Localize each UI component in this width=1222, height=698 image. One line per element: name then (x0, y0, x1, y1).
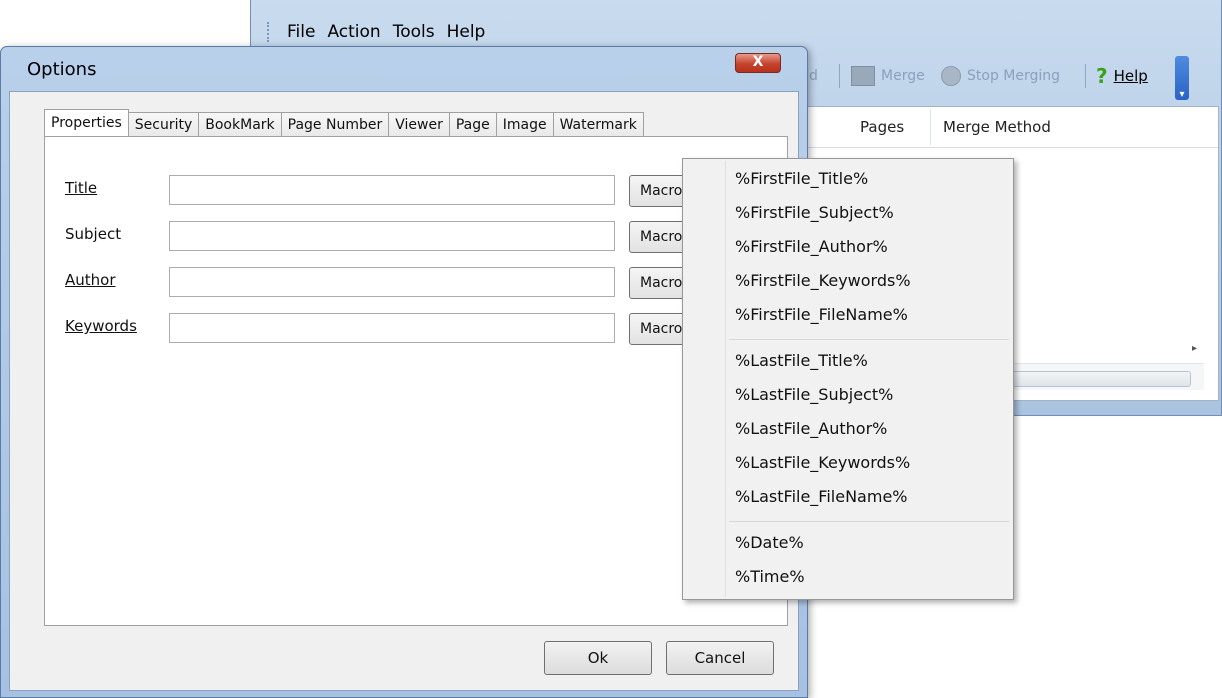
menu-grip[interactable] (267, 22, 273, 42)
menu-gutter (725, 161, 726, 597)
scrollbar-thumb[interactable] (1009, 371, 1191, 387)
keywords-label: Keywords (65, 317, 137, 335)
column-header-merge-method[interactable]: Merge Method (943, 118, 1051, 136)
author-label: Author (65, 271, 116, 289)
keywords-input[interactable] (169, 313, 615, 343)
menu-item-firstfile-filename[interactable]: %FirstFile_FileName% (735, 305, 908, 324)
menu-item-date[interactable]: %Date% (735, 533, 804, 552)
menu-separator (729, 521, 1009, 522)
help-button[interactable]: ? Help (1096, 64, 1148, 88)
menu-item-firstfile-subject[interactable]: %FirstFile_Subject% (735, 203, 894, 222)
menu-item-firstfile-title[interactable]: %FirstFile_Title% (735, 169, 868, 188)
menu-item-lastfile-author[interactable]: %LastFile_Author% (735, 419, 887, 438)
help-icon: ? (1096, 64, 1108, 88)
menu-item-time[interactable]: %Time% (735, 567, 805, 586)
menu-item-lastfile-filename[interactable]: %LastFile_FileName% (735, 487, 907, 506)
menu-item-lastfile-title[interactable]: %LastFile_Title% (735, 351, 868, 370)
scroll-right-arrow-icon[interactable]: ▸ (1192, 343, 1197, 354)
column-header-pages[interactable]: Pages (860, 118, 904, 136)
macro-popup-menu: %FirstFile_Title% %FirstFile_Subject% %F… (682, 158, 1014, 600)
ok-button[interactable]: Ok (544, 641, 652, 675)
menu-item-lastfile-subject[interactable]: %LastFile_Subject% (735, 385, 893, 404)
menu-action[interactable]: Action (327, 22, 380, 42)
properties-tab-page: Title Macro Subject Macro Author Macro K… (44, 136, 788, 626)
tab-page[interactable]: Page (449, 112, 497, 136)
column-divider (930, 109, 931, 145)
title-label: Title (65, 179, 98, 197)
menu-item-lastfile-keywords[interactable]: %LastFile_Keywords% (735, 453, 910, 472)
help-label: Help (1113, 67, 1148, 85)
subject-input[interactable] (169, 221, 615, 251)
toolbar-partial-button[interactable]: d (809, 68, 818, 84)
tab-strip: Properties Security BookMark Page Number… (44, 108, 644, 137)
stop-merging-label: Stop Merging (967, 68, 1061, 84)
author-input[interactable] (169, 267, 615, 297)
cancel-button[interactable]: Cancel (666, 641, 774, 675)
merge-icon (851, 66, 875, 86)
merge-label: Merge (881, 68, 925, 84)
dialog-body: Properties Security BookMark Page Number… (9, 91, 799, 691)
tab-page-number[interactable]: Page Number (281, 112, 390, 136)
toolbar-partial-label: d (809, 68, 818, 84)
tab-bookmark[interactable]: BookMark (199, 112, 282, 136)
tab-properties[interactable]: Properties (44, 109, 129, 137)
stop-icon (941, 66, 961, 86)
menu-item-firstfile-author[interactable]: %FirstFile_Author% (735, 237, 888, 256)
title-input[interactable] (169, 175, 615, 205)
menu-tools[interactable]: Tools (393, 22, 435, 42)
toolbar-overflow-chevron-icon[interactable]: ▾ (1175, 56, 1189, 100)
close-button[interactable]: X (735, 53, 781, 73)
menu-file[interactable]: File (287, 22, 315, 42)
stop-merging-button[interactable]: Stop Merging (941, 66, 1060, 86)
menu-bar: File Action Tools Help (267, 18, 485, 46)
subject-label: Subject (65, 225, 122, 243)
menu-separator (729, 339, 1009, 340)
dialog-title: Options (27, 59, 97, 80)
menu-help[interactable]: Help (447, 22, 486, 42)
tab-security[interactable]: Security (128, 112, 200, 136)
merge-button[interactable]: Merge (851, 66, 925, 86)
tab-watermark[interactable]: Watermark (553, 112, 644, 136)
toolbar-separator (1085, 64, 1086, 88)
toolbar-separator (839, 64, 840, 88)
tab-image[interactable]: Image (496, 112, 554, 136)
tab-viewer[interactable]: Viewer (389, 112, 450, 136)
menu-item-firstfile-keywords[interactable]: %FirstFile_Keywords% (735, 271, 911, 290)
close-icon: X (752, 54, 764, 70)
